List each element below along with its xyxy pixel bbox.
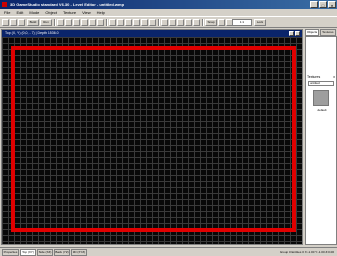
menu-view[interactable]: View (82, 9, 91, 16)
eye-icon[interactable] (185, 19, 192, 26)
menu-bar: File Edit Mode Object Texture View Help (0, 9, 337, 16)
app-icon (2, 2, 7, 7)
ruler-icon[interactable] (193, 19, 200, 26)
status-text: Group 0 Entities 0 X:-1.00 Y:-1.00 Z:0.0… (279, 250, 334, 254)
menu-help[interactable]: Help (97, 9, 105, 16)
rotate-icon[interactable] (73, 19, 80, 26)
tab-3d-view[interactable]: 3D (XYZ) (71, 249, 87, 256)
lock-icon[interactable] (218, 19, 225, 26)
tab-side-view[interactable]: Side (XZ) (37, 249, 53, 256)
add-light-icon[interactable] (125, 19, 132, 26)
status-bar: Properties Top (XY) Side (XZ) Back (YZ) … (0, 247, 337, 256)
object-list: Textures x untitled default (305, 36, 337, 245)
object-name: default (317, 108, 327, 112)
title-bar: 3D GameStudio standard V6.30 - Level Edi… (0, 0, 337, 9)
new-file-icon[interactable] (2, 19, 9, 26)
add-model-icon[interactable] (117, 19, 124, 26)
add-sprite-icon[interactable] (141, 19, 148, 26)
tab-properties[interactable]: Properties (2, 249, 19, 256)
viewport-close-icon[interactable] (295, 31, 300, 36)
toolbar-separator (106, 19, 108, 26)
level-grid-canvas[interactable] (2, 37, 302, 244)
texture-selector[interactable]: untitled (308, 81, 334, 86)
paint-icon[interactable] (169, 19, 176, 26)
object-thumbnail[interactable] (313, 90, 329, 106)
section-close-icon[interactable]: x (333, 75, 335, 79)
maximize-button[interactable]: □ (319, 1, 327, 8)
toolbar-separator (54, 19, 56, 26)
tab-top-view[interactable]: Top (XY) (20, 249, 36, 256)
menu-mode[interactable]: Mode (29, 9, 39, 16)
grid-icon[interactable] (97, 19, 104, 26)
toolbar-separator (158, 19, 160, 26)
snap-button[interactable]: Snap (205, 19, 217, 26)
open-file-icon[interactable] (10, 19, 17, 26)
tab-textures[interactable]: Textures (320, 29, 336, 36)
add-block-icon[interactable] (109, 19, 116, 26)
window-title: 3D GameStudio standard V6.30 - Level Edi… (10, 2, 125, 7)
viewport-maximize-icon[interactable] (289, 31, 294, 36)
close-button[interactable]: × (328, 1, 336, 8)
build-button[interactable]: Build (27, 19, 39, 26)
scale-icon[interactable] (81, 19, 88, 26)
level-boundary (11, 46, 296, 232)
zoom-field[interactable]: 1:1 (232, 19, 252, 26)
menu-file[interactable]: File (4, 9, 10, 16)
viewport-header: Top (X, Y) (0,0, - 7) | Depth 1536.0 (2, 30, 302, 37)
object-panel: Objects Textures Textures x untitled def… (305, 29, 337, 245)
select-icon[interactable] (57, 19, 64, 26)
run-button[interactable]: Run (40, 19, 52, 26)
search-icon[interactable] (177, 19, 184, 26)
move-icon[interactable] (65, 19, 72, 26)
menu-edit[interactable]: Edit (16, 9, 23, 16)
tab-back-view[interactable]: Back (YZ) (54, 249, 70, 256)
minimize-button[interactable]: _ (310, 1, 318, 8)
add-terrain-icon[interactable] (149, 19, 156, 26)
viewport-title: Top (X, Y) (0,0, - 7) | Depth 1536.0 (5, 31, 59, 35)
lock-button[interactable]: Lock (254, 19, 266, 26)
save-file-icon[interactable] (18, 19, 25, 26)
section-label: Textures (307, 75, 321, 79)
menu-texture[interactable]: Texture (63, 9, 76, 16)
toolbar: Build Run Snap 1:1 Lock (0, 16, 337, 28)
top-viewport: Top (X, Y) (0,0, - 7) | Depth 1536.0 (1, 29, 303, 245)
camera-icon[interactable] (161, 19, 168, 26)
menu-object[interactable]: Object (45, 9, 57, 16)
vertex-icon[interactable] (89, 19, 96, 26)
add-sound-icon[interactable] (133, 19, 140, 26)
toolbar-separator (202, 19, 204, 26)
tab-objects[interactable]: Objects (305, 29, 320, 36)
